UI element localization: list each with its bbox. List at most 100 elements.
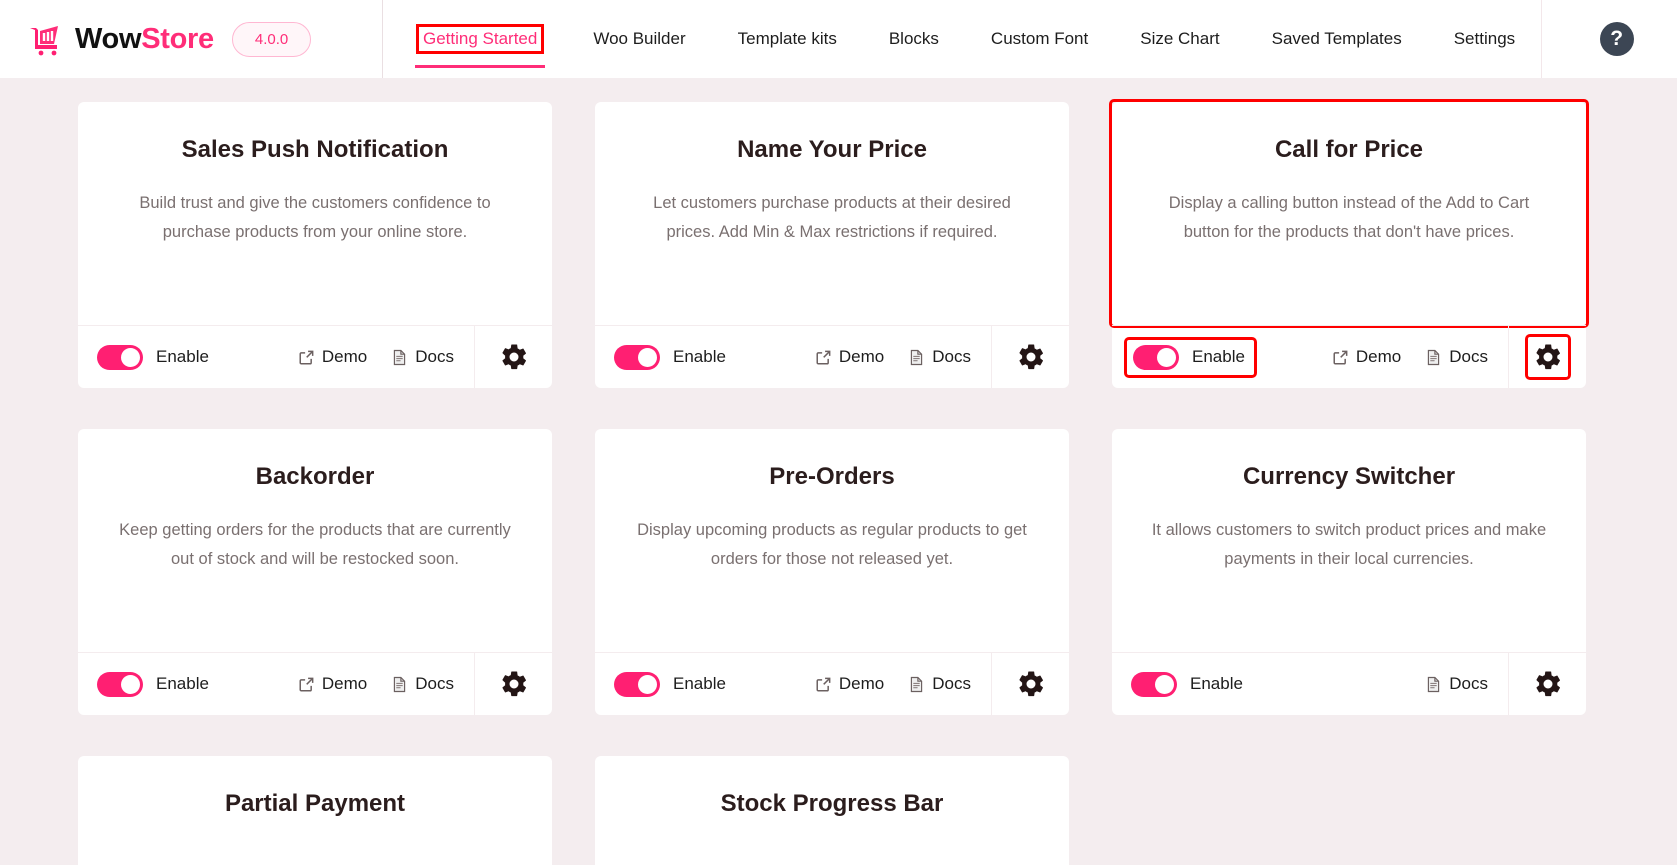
docs-link[interactable]: Docs xyxy=(908,674,971,694)
module-card: Call for Price Display a calling button i… xyxy=(1109,99,1589,388)
nav-item-label: Blocks xyxy=(888,29,939,48)
demo-link[interactable]: Demo xyxy=(815,674,884,694)
enable-toggle-label: Enable xyxy=(673,674,726,693)
gear-icon[interactable] xyxy=(1013,666,1049,702)
nav-item-saved-templates[interactable]: Saved Templates xyxy=(1246,0,1428,78)
docs-link-label: Docs xyxy=(415,674,454,693)
module-settings-button[interactable] xyxy=(1509,653,1586,715)
module-card-footer: Enable Demo Docs xyxy=(595,325,1069,388)
module-card: Currency Switcher It allows customers to … xyxy=(1112,429,1586,715)
nav-item-blocks[interactable]: Blocks xyxy=(863,0,965,78)
module-card-footer: Enable Demo Docs xyxy=(78,652,552,715)
module-card-title: Call for Price xyxy=(1274,136,1424,163)
module-links: Demo Docs xyxy=(298,347,454,367)
docs-link[interactable]: Docs xyxy=(1425,347,1488,367)
module-card-description: Keep getting orders for the products tha… xyxy=(119,520,511,568)
demo-link-label: Demo xyxy=(321,347,368,366)
module-settings-button[interactable] xyxy=(475,326,552,388)
gear-icon[interactable] xyxy=(1524,334,1571,380)
module-card-description: It allows customers to switch product pr… xyxy=(1151,520,1547,568)
brand-title: WowStore xyxy=(75,23,214,56)
module-card-body: Name Your Price Let customers purchase pr… xyxy=(595,102,1069,325)
enable-toggle[interactable]: Enable xyxy=(614,344,726,370)
question-mark-icon[interactable]: ? xyxy=(1599,22,1634,56)
nav-item-label: Settings xyxy=(1453,29,1516,48)
toggle-switch-on-icon[interactable] xyxy=(97,671,143,697)
gear-icon[interactable] xyxy=(1013,339,1049,375)
demo-link-label: Demo xyxy=(838,674,885,693)
module-card: Partial PaymentEnableDemoDocs xyxy=(78,756,552,865)
gear-icon[interactable] xyxy=(496,339,532,375)
enable-toggle[interactable]: Enable xyxy=(1124,336,1257,378)
document-icon xyxy=(1425,349,1442,366)
module-card-title: Currency Switcher xyxy=(1242,463,1456,490)
toggle-switch-on-icon[interactable] xyxy=(614,344,660,370)
demo-link-label: Demo xyxy=(838,347,885,366)
demo-link[interactable]: Demo xyxy=(815,347,884,367)
nav-item-settings[interactable]: Settings xyxy=(1428,0,1541,78)
module-card-body: Backorder Keep getting orders for the pro… xyxy=(78,429,552,652)
module-card-description: Build trust and give the customers confi… xyxy=(139,193,491,241)
nav-item-label: Size Chart xyxy=(1140,29,1220,48)
module-card-description: Display a calling button instead of the … xyxy=(1168,193,1530,241)
enable-toggle[interactable]: Enable xyxy=(97,671,209,697)
demo-link[interactable]: Demo xyxy=(298,347,367,367)
module-settings-button[interactable] xyxy=(1509,326,1586,388)
module-card-body: Call for Price Display a calling button i… xyxy=(1109,99,1589,328)
module-card-body: Pre-Orders Display upcoming products as r… xyxy=(595,429,1069,652)
docs-link[interactable]: Docs xyxy=(1425,674,1488,694)
docs-link[interactable]: Docs xyxy=(391,674,454,694)
enable-toggle[interactable]: Enable xyxy=(1131,671,1243,697)
toggle-switch-on-icon[interactable] xyxy=(97,344,143,370)
help-area: ? xyxy=(1541,0,1677,78)
external-link-icon xyxy=(298,676,315,693)
module-card-actions: Enable Demo Docs xyxy=(595,653,992,715)
module-settings-button[interactable] xyxy=(992,653,1069,715)
docs-link-label: Docs xyxy=(415,347,454,366)
document-icon xyxy=(908,349,925,366)
nav-item-label: Saved Templates xyxy=(1271,29,1402,48)
module-card: Backorder Keep getting orders for the pro… xyxy=(78,429,552,715)
docs-link-label: Docs xyxy=(1449,674,1488,693)
docs-link[interactable]: Docs xyxy=(391,347,454,367)
enable-toggle-label: Enable xyxy=(1192,347,1245,366)
enable-toggle[interactable]: Enable xyxy=(614,671,726,697)
docs-link-label: Docs xyxy=(932,674,971,693)
module-settings-button[interactable] xyxy=(475,653,552,715)
toggle-switch-on-icon[interactable] xyxy=(614,671,660,697)
nav-item-template-kits[interactable]: Template kits xyxy=(712,0,863,78)
external-link-icon xyxy=(815,676,832,693)
docs-link-label: Docs xyxy=(1449,347,1488,366)
module-settings-button[interactable] xyxy=(992,326,1069,388)
nav-item-woo-builder[interactable]: Woo Builder xyxy=(567,0,711,78)
enable-toggle-label: Enable xyxy=(673,347,726,366)
module-card-actions: Enable Demo Docs xyxy=(595,326,992,388)
document-icon xyxy=(908,676,925,693)
module-card-description: Let customers purchase products at their… xyxy=(653,193,1011,241)
document-icon xyxy=(1425,676,1442,693)
brand-title-wow: Wow xyxy=(75,22,142,55)
nav-item-custom-font[interactable]: Custom Font xyxy=(965,0,1114,78)
module-links: Demo Docs xyxy=(1332,347,1488,367)
nav-item-label: Template kits xyxy=(737,29,837,48)
module-card-footer: Enable Demo Docs xyxy=(1112,325,1586,388)
module-card-title: Partial Payment xyxy=(224,790,406,817)
toggle-switch-on-icon[interactable] xyxy=(1133,344,1179,370)
module-card-actions: Enable Demo Docs xyxy=(1112,326,1509,388)
module-card: Pre-Orders Display upcoming products as r… xyxy=(595,429,1069,715)
enable-toggle[interactable]: Enable xyxy=(97,344,209,370)
nav-item-getting-started[interactable]: Getting Started xyxy=(393,0,567,78)
nav-item-label: Getting Started xyxy=(415,24,545,54)
docs-link[interactable]: Docs xyxy=(908,347,971,367)
toggle-switch-on-icon[interactable] xyxy=(1131,671,1177,697)
gear-icon[interactable] xyxy=(1530,666,1566,702)
demo-link[interactable]: Demo xyxy=(1332,347,1401,367)
nav-item-label: Custom Font xyxy=(990,29,1089,48)
demo-link[interactable]: Demo xyxy=(298,674,367,694)
module-card-description: Display upcoming products as regular pro… xyxy=(637,520,1027,568)
nav-item-size-chart[interactable]: Size Chart xyxy=(1114,0,1245,78)
top-navigation-bar: WowStore 4.0.0 Getting Started Woo Build… xyxy=(0,0,1677,78)
module-card-title: Name Your Price xyxy=(737,136,927,163)
shopping-cart-icon xyxy=(26,19,66,59)
gear-icon[interactable] xyxy=(496,666,532,702)
